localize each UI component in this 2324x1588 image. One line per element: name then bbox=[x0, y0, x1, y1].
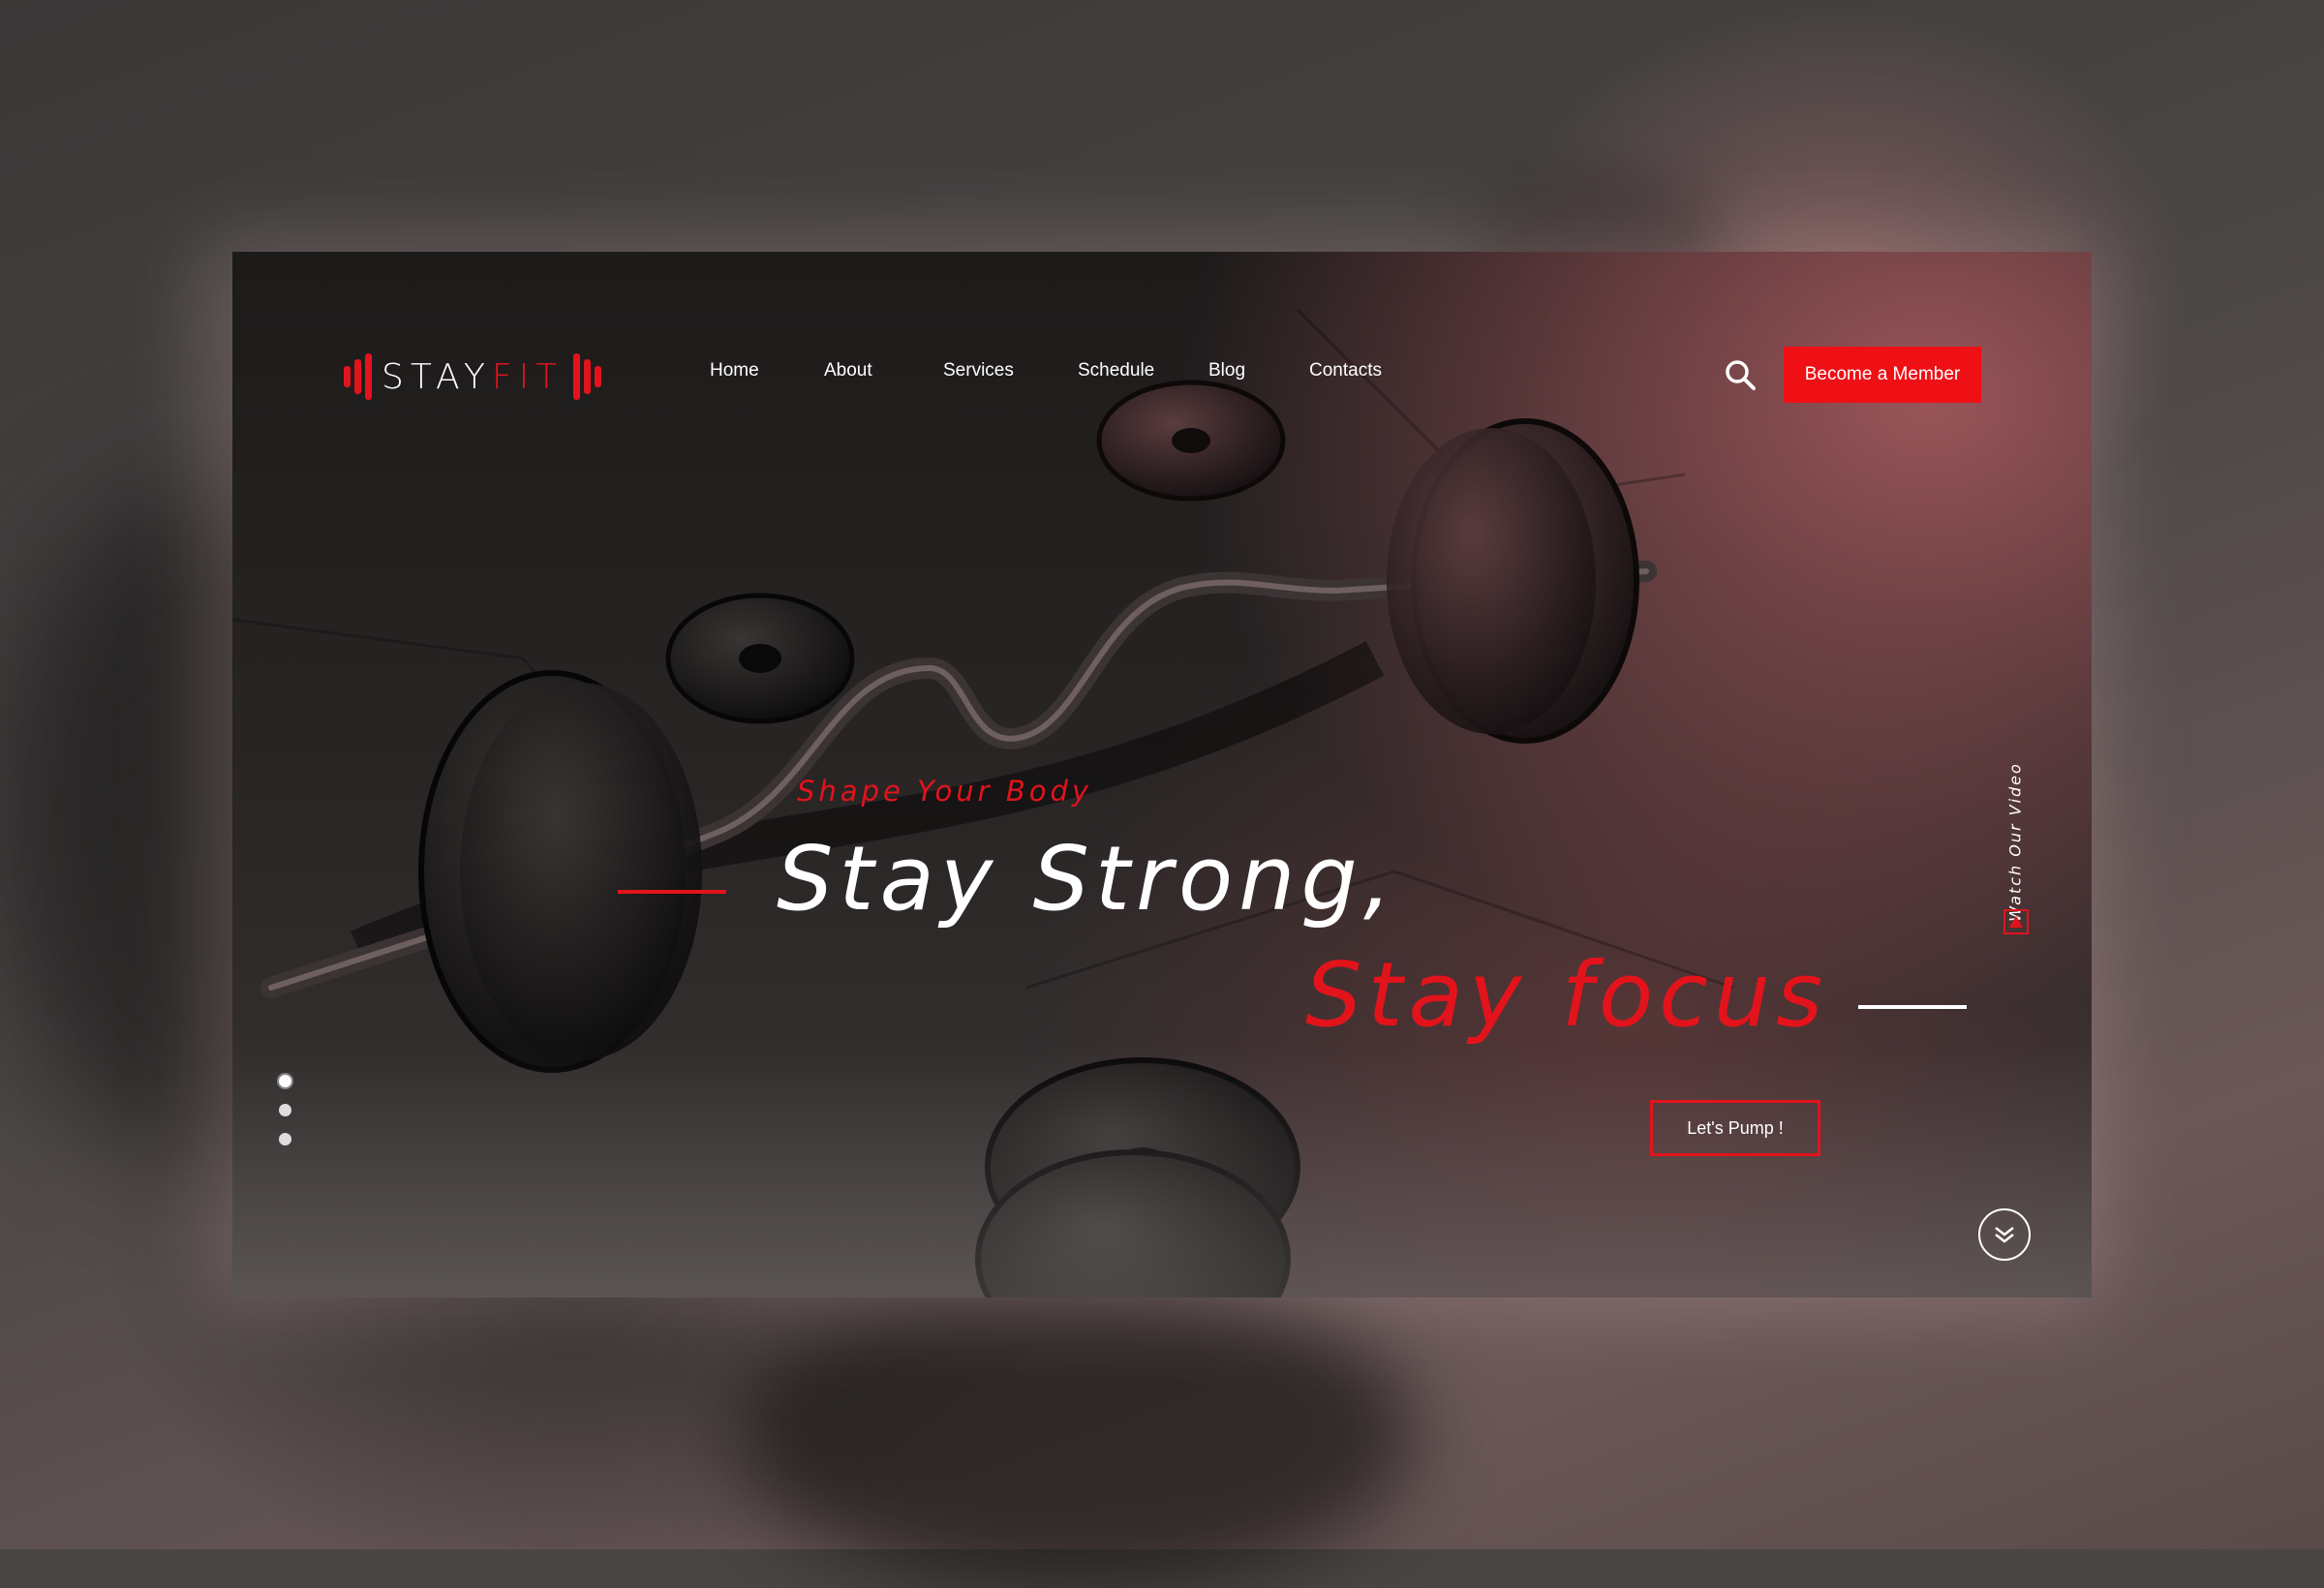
nav-item-contacts[interactable]: Contacts bbox=[1309, 360, 1382, 382]
lets-pump-button[interactable]: Let's Pump ! bbox=[1650, 1100, 1820, 1156]
nav-item-schedule[interactable]: Schedule bbox=[1078, 360, 1154, 382]
slider-dot-2[interactable] bbox=[279, 1104, 291, 1116]
slider-dot-3[interactable] bbox=[279, 1133, 291, 1145]
dumbbell-left-icon bbox=[344, 353, 372, 400]
nav-item-services[interactable]: Services bbox=[943, 360, 1014, 382]
hero-subtitle: Shape Your Body bbox=[797, 775, 1093, 808]
hero-section: STAYFIT Home About Services Schedule Blo… bbox=[232, 252, 2092, 1298]
nav-item-home[interactable]: Home bbox=[710, 360, 759, 382]
watch-video-label: Watch Our Video bbox=[2005, 762, 2025, 922]
divider-white bbox=[1858, 1005, 1967, 1009]
brand-name: STAYFIT bbox=[382, 357, 564, 397]
nav-item-about[interactable]: About bbox=[824, 360, 872, 382]
hero-headline-line2: Stay focus bbox=[1305, 943, 1829, 1047]
chevron-down-icon bbox=[1995, 1227, 2014, 1243]
become-member-button[interactable]: Become a Member bbox=[1784, 347, 1981, 403]
brand-name-part2: FIT bbox=[491, 356, 565, 397]
dumbbell-right-icon bbox=[573, 353, 602, 400]
hero-headline-line1: Stay Strong, bbox=[777, 827, 1398, 931]
play-icon[interactable] bbox=[2003, 909, 2029, 934]
nav-item-blog[interactable]: Blog bbox=[1208, 360, 1245, 382]
search-icon[interactable] bbox=[1724, 358, 1757, 391]
scroll-down-button[interactable] bbox=[1978, 1208, 2031, 1261]
divider-red bbox=[618, 890, 726, 894]
brand-name-part1: STAY bbox=[382, 356, 492, 397]
brand-logo[interactable]: STAYFIT bbox=[344, 351, 602, 402]
slider-dot-1[interactable] bbox=[277, 1073, 293, 1089]
